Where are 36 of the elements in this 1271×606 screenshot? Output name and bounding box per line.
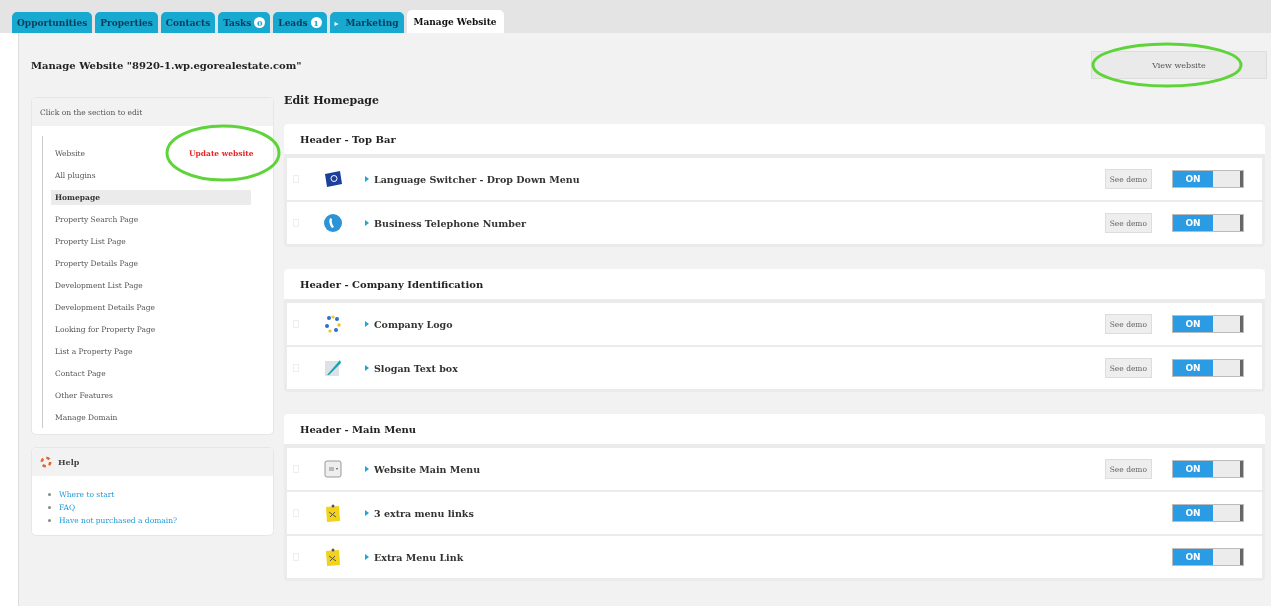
bullet-icon	[365, 220, 369, 226]
edit-title: Edit Homepage	[284, 94, 381, 109]
phone-icon	[323, 213, 343, 233]
menu-icon	[323, 459, 343, 479]
bullet-icon	[365, 176, 369, 182]
nav-tab[interactable]: Leads 1	[273, 12, 327, 33]
plugin-name[interactable]: Slogan Text box	[374, 362, 458, 374]
section-title: Header - Top Bar	[300, 133, 396, 145]
plugin-name[interactable]: Language Switcher - Drop Down Menu	[374, 173, 580, 185]
nav-tab[interactable]: Properties	[95, 12, 158, 33]
bullet-icon	[365, 510, 369, 516]
flag-icon	[323, 169, 343, 189]
bullet-icon	[365, 321, 369, 327]
note-icon	[323, 547, 343, 567]
nav-tab[interactable]: Contacts	[160, 12, 216, 33]
section-title: Header - Main Menu	[300, 423, 417, 435]
view-website-button[interactable]: View website	[1091, 51, 1267, 79]
lifebuoy-icon	[40, 456, 52, 468]
nav-tab[interactable]: Manage Website	[406, 10, 504, 33]
plugin-name[interactable]: Extra Menu Link	[374, 551, 464, 563]
page-title: Manage Website "8920-1.wp.egorealestate.com"	[31, 59, 302, 71]
quill-icon	[323, 358, 343, 378]
note-icon	[323, 503, 343, 523]
section-title: Header - Company Identification	[300, 278, 484, 290]
plugin-name[interactable]: Business Telephone Number	[374, 217, 526, 229]
nav-tab[interactable]: ▸ Marketing	[329, 12, 404, 33]
plugin-name[interactable]: Website Main Menu	[374, 463, 481, 475]
logo-icon	[323, 314, 343, 334]
bullet-icon	[365, 466, 369, 472]
plugin-name[interactable]: 3 extra menu links	[374, 507, 474, 519]
nav-tab[interactable]: Tasks 0	[218, 12, 271, 33]
bullet-icon	[365, 365, 369, 371]
help-title: Help	[58, 457, 80, 467]
bullet-icon	[365, 554, 369, 560]
plugin-name[interactable]: Company Logo	[374, 318, 453, 330]
nav-tab[interactable]: Opportunities	[12, 12, 93, 33]
